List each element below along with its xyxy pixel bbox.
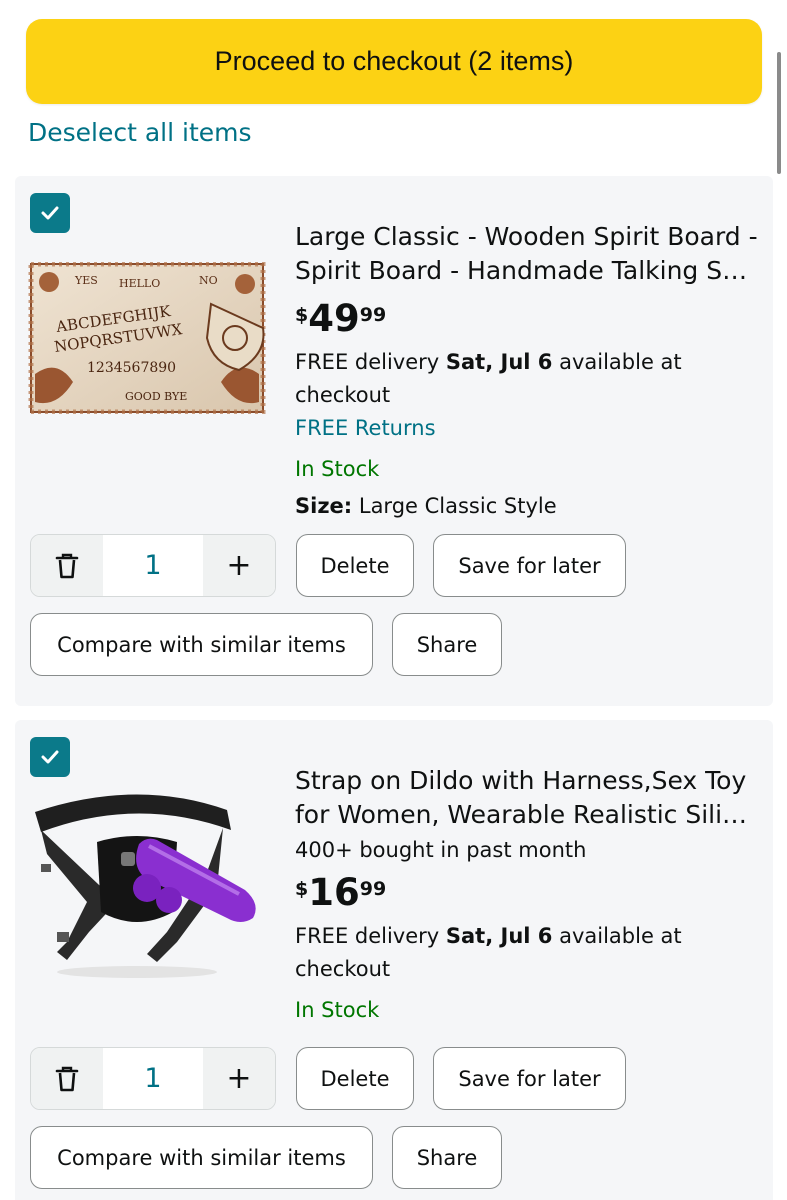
quantity-stepper: 1 + — [30, 534, 276, 597]
item-title-link[interactable]: Large Classic - Wooden Spirit Board - Sp… — [295, 220, 760, 288]
spirit-board-image[interactable]: YES HELLO NO ABCDEFGHIJK NOPQRSTUVWX 123… — [27, 261, 277, 415]
item-checkbox[interactable] — [30, 737, 70, 777]
svg-text:GOOD BYE: GOOD BYE — [125, 390, 187, 403]
scrollbar[interactable] — [777, 52, 781, 174]
share-button[interactable]: Share — [392, 1126, 502, 1189]
quantity-stepper: 1 + — [30, 1047, 276, 1110]
size-info: Size: Large Classic Style — [295, 494, 557, 518]
quantity-value[interactable]: 1 — [103, 1048, 203, 1109]
plus-icon[interactable]: + — [203, 1048, 275, 1109]
svg-text:YES: YES — [74, 274, 98, 287]
svg-text:NO: NO — [199, 274, 218, 287]
deselect-all-link[interactable]: Deselect all items — [28, 118, 252, 147]
checkmark-icon — [41, 750, 59, 764]
save-for-later-button[interactable]: Save for later — [433, 1047, 626, 1110]
trash-button[interactable] — [31, 535, 103, 596]
delivery-info: FREE delivery Sat, Jul 6 available at ch… — [295, 350, 682, 407]
checkmark-icon — [41, 206, 59, 220]
free-returns-link[interactable]: FREE Returns — [295, 412, 760, 445]
trash-icon — [55, 1066, 79, 1091]
stock-status: In Stock — [295, 457, 380, 481]
save-for-later-button[interactable]: Save for later — [433, 534, 626, 597]
bought-count: 400+ bought in past month — [295, 838, 587, 862]
item-title-link[interactable]: Strap on Dildo with Harness,Sex Toy for … — [295, 764, 760, 832]
quantity-value[interactable]: 1 — [103, 535, 203, 596]
cart-item-card: Strap on Dildo with Harness,Sex Toy for … — [15, 720, 773, 1200]
item-checkbox[interactable] — [30, 193, 70, 233]
trash-icon — [55, 553, 79, 578]
product-image[interactable] — [27, 782, 277, 992]
svg-text:HELLO: HELLO — [119, 277, 160, 290]
stock-status: In Stock — [295, 998, 380, 1022]
compare-similar-button[interactable]: Compare with similar items — [30, 1126, 373, 1189]
delete-button[interactable]: Delete — [296, 534, 414, 597]
proceed-to-checkout-button[interactable]: Proceed to checkout (2 items) — [26, 19, 762, 104]
compare-similar-button[interactable]: Compare with similar items — [30, 613, 373, 676]
share-button[interactable]: Share — [392, 613, 502, 676]
trash-button[interactable] — [31, 1048, 103, 1109]
item-price: $ 16 99 — [295, 871, 387, 914]
delivery-info: FREE delivery Sat, Jul 6 available at ch… — [295, 924, 682, 981]
delete-button[interactable]: Delete — [296, 1047, 414, 1110]
cart-item-card: YES HELLO NO ABCDEFGHIJK NOPQRSTUVWX 123… — [15, 176, 773, 706]
item-price: $ 49 99 — [295, 297, 387, 340]
plus-icon[interactable]: + — [203, 535, 275, 596]
svg-text:1234567890: 1234567890 — [87, 360, 176, 376]
